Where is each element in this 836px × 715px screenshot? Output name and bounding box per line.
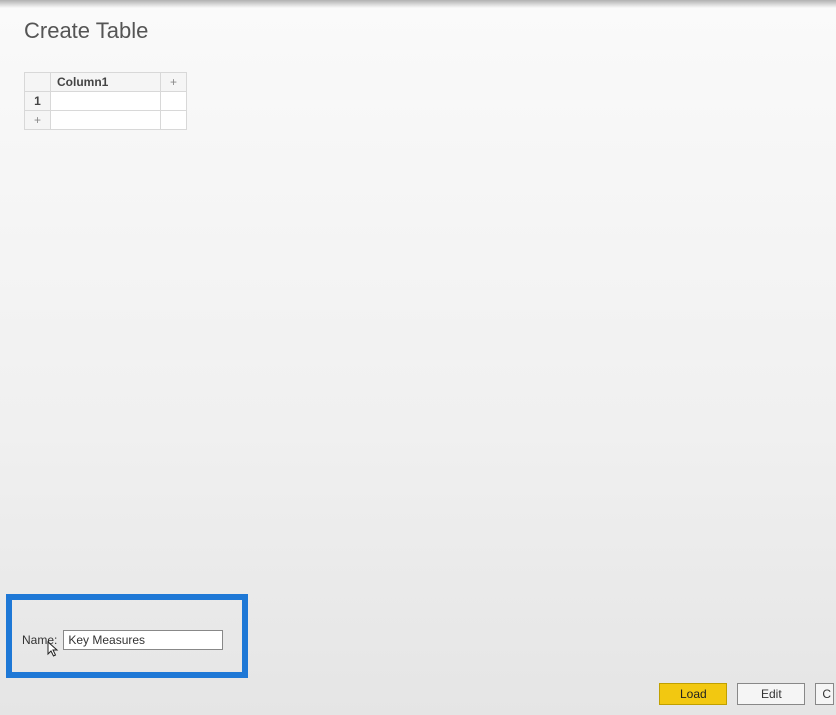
edit-button[interactable]: Edit: [737, 683, 805, 705]
add-column-button[interactable]: +: [161, 73, 187, 92]
dialog-button-bar: Load Edit C: [659, 683, 834, 705]
table-name-row: Name:: [22, 630, 223, 650]
add-row-tail: [161, 111, 187, 130]
column-header-1[interactable]: Column1: [51, 73, 161, 92]
table-editor: Column1 + 1 +: [24, 72, 194, 130]
load-button[interactable]: Load: [659, 683, 727, 705]
add-row-button[interactable]: +: [25, 111, 51, 130]
grid-corner[interactable]: [25, 73, 51, 92]
dialog-header: Create Table: [0, 0, 836, 54]
add-row-cell[interactable]: [51, 111, 161, 130]
grid-add-row: +: [25, 111, 187, 130]
row-tail: [161, 92, 187, 111]
table-name-input[interactable]: [63, 630, 223, 650]
table-name-label: Name:: [22, 633, 57, 647]
data-grid: Column1 + 1 +: [24, 72, 187, 130]
grid-header-row: Column1 +: [25, 73, 187, 92]
row-index-1[interactable]: 1: [25, 92, 51, 111]
cancel-button[interactable]: C: [815, 683, 834, 705]
data-cell-1-1[interactable]: [51, 92, 161, 111]
grid-data-row: 1: [25, 92, 187, 111]
dialog-title: Create Table: [24, 18, 836, 44]
